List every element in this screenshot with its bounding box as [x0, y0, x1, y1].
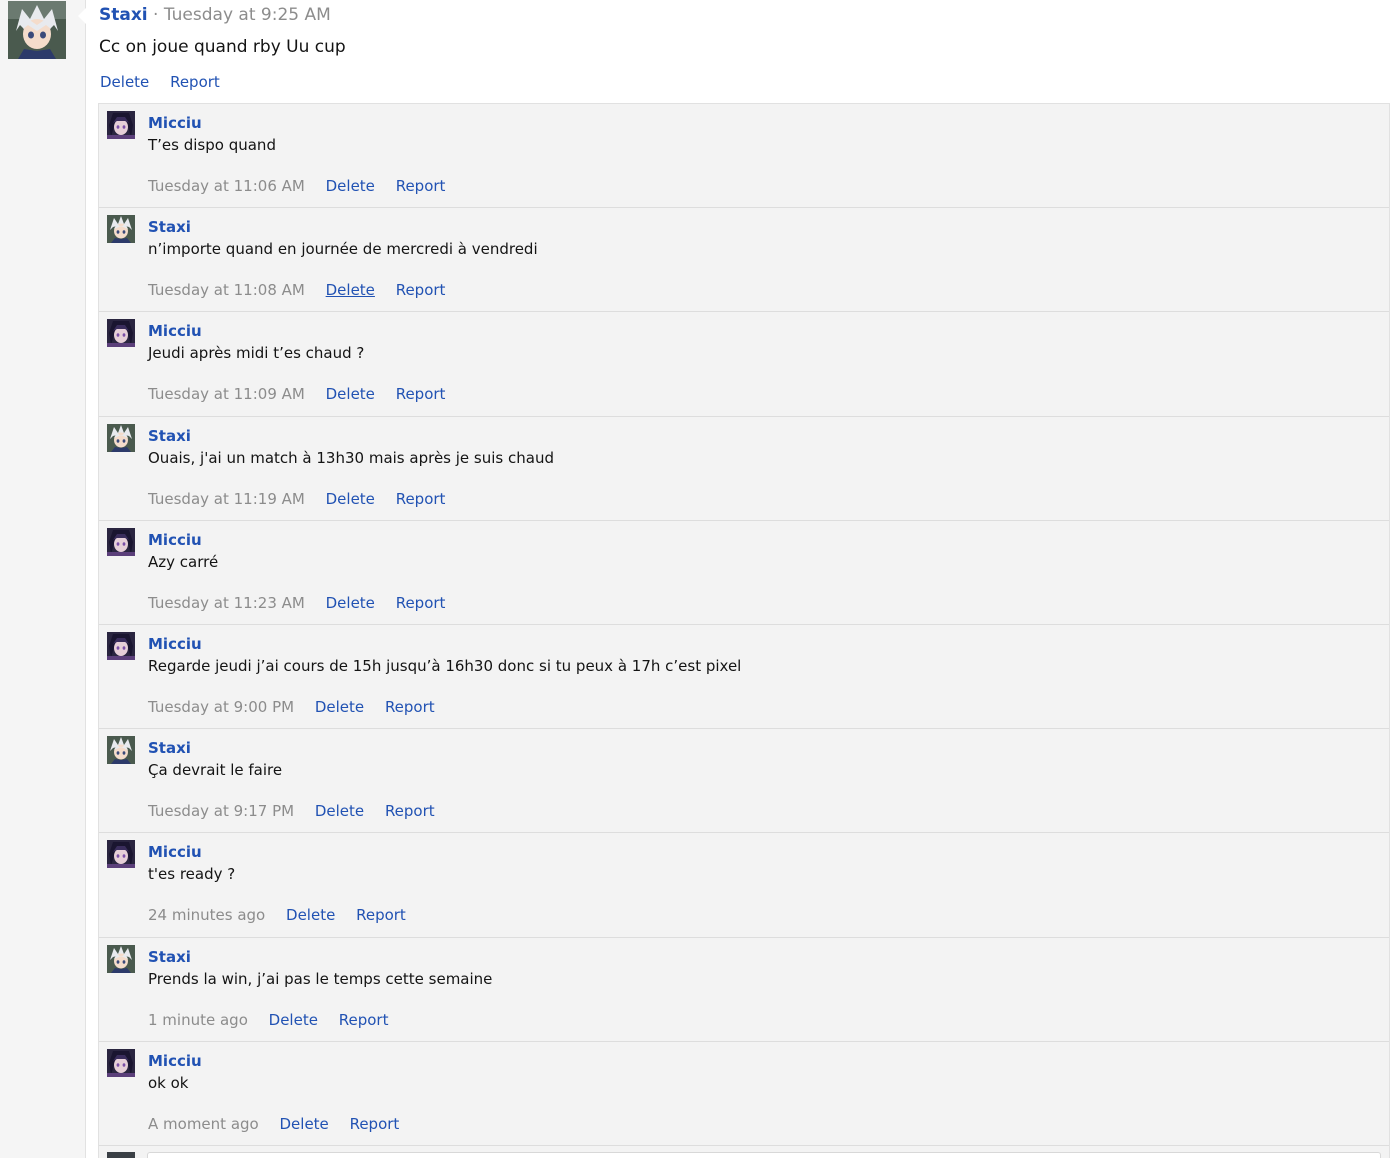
comment-time[interactable]: 1 minute ago	[148, 1011, 248, 1029]
comment-text: Regarde jeudi j’ai cours de 15h jusqu’à …	[148, 656, 742, 675]
comment: Staxi Ça devrait le faire Tuesday at 9:1…	[99, 729, 1389, 834]
separator: ·	[153, 5, 159, 25]
comment-time[interactable]: 24 minutes ago	[148, 906, 265, 924]
comment-text: Azy carré	[148, 552, 219, 571]
comment-author-link[interactable]: Micciu	[148, 634, 202, 654]
micciu-avatar[interactable]	[107, 631, 135, 660]
staxi-avatar[interactable]	[107, 944, 135, 973]
comment-delete-link[interactable]: Delete	[286, 906, 335, 924]
comment-meta: Tuesday at 11:06 AM Delete Report	[148, 176, 461, 196]
comment-meta: Tuesday at 11:08 AM Delete Report	[148, 280, 461, 300]
comment-report-link[interactable]: Report	[339, 1011, 389, 1029]
reply-input[interactable]	[147, 1151, 1381, 1158]
comment-report-link[interactable]: Report	[396, 490, 446, 508]
micciu-avatar[interactable]	[107, 527, 135, 556]
status-delete-link[interactable]: Delete	[100, 73, 149, 91]
comment: Staxi Ouais, j'ai un match à 13h30 mais …	[99, 417, 1389, 521]
status-time[interactable]: Tuesday at 9:25 AM	[164, 5, 331, 25]
comment-delete-link[interactable]: Delete	[326, 490, 375, 508]
comment-report-link[interactable]: Report	[396, 281, 446, 299]
comment-text: T’es dispo quand	[148, 136, 276, 154]
comment-delete-link[interactable]: Delete	[326, 594, 375, 612]
speech-arrow	[78, 8, 86, 24]
status-message: Cc on joue quand rby Uu cup	[99, 37, 346, 57]
left-gutter	[0, 0, 86, 1158]
comment-meta: Tuesday at 11:23 AM Delete Report	[148, 593, 461, 613]
comment-author-link[interactable]: Staxi	[148, 426, 191, 446]
poster-name-link[interactable]: Staxi	[99, 5, 148, 25]
comment: Micciu Regarde jeudi j’ai cours de 15h j…	[99, 625, 1389, 730]
comment: Staxi n’importe quand en journée de merc…	[99, 208, 1389, 313]
comment-report-link[interactable]: Report	[396, 594, 446, 612]
comment-delete-link[interactable]: Delete	[326, 177, 375, 195]
comment-time[interactable]: Tuesday at 11:23 AM	[148, 594, 305, 612]
staxi-avatar[interactable]	[107, 215, 135, 244]
comment-meta: 24 minutes ago Delete Report	[148, 905, 422, 925]
staxi-avatar[interactable]	[107, 736, 135, 765]
staxi-avatar[interactable]	[8, 1, 66, 59]
micciu-avatar[interactable]	[107, 111, 135, 139]
staxi-avatar[interactable]	[107, 423, 135, 452]
status-header: Staxi · Tuesday at 9:25 AM	[99, 4, 331, 26]
micciu-avatar[interactable]	[107, 1048, 135, 1077]
comment-text: Ça devrait le faire	[148, 761, 283, 780]
comment-time[interactable]: Tuesday at 11:19 AM	[148, 490, 305, 508]
comment-meta: 1 minute ago Delete Report	[148, 1010, 404, 1030]
comment-time[interactable]: Tuesday at 11:06 AM	[148, 177, 305, 195]
comment: Micciu Azy carré Tuesday at 11:23 AM Del…	[99, 521, 1389, 625]
comment-author-link[interactable]: Micciu	[148, 113, 202, 133]
comment-delete-link[interactable]: Delete	[315, 802, 364, 820]
profile-post-page: Staxi · Tuesday at 9:25 AM Cc on joue qu…	[0, 0, 1392, 1158]
comment-text: Jeudi après midi t’es chaud ?	[148, 344, 365, 363]
comment-text: n’importe quand en journée de mercredi à…	[148, 240, 538, 259]
comment-meta: Tuesday at 11:19 AM Delete Report	[148, 489, 461, 509]
comment-author-link[interactable]: Staxi	[148, 738, 191, 758]
status-report-link[interactable]: Report	[170, 73, 220, 91]
micciu-avatar[interactable]	[107, 319, 135, 348]
comment-delete-link[interactable]: Delete	[280, 1115, 329, 1133]
comment-time[interactable]: A moment ago	[148, 1115, 259, 1133]
reply-row	[99, 1146, 1389, 1158]
status-actions: Delete Report	[100, 72, 236, 92]
comment-text: t'es ready ?	[148, 865, 236, 884]
comment-time[interactable]: Tuesday at 9:00 PM	[148, 698, 294, 716]
comment-meta: Tuesday at 11:09 AM Delete Report	[148, 384, 461, 404]
comment-author-link[interactable]: Micciu	[148, 321, 202, 341]
reply-avatar	[107, 1151, 135, 1158]
comment-author-link[interactable]: Micciu	[148, 1051, 202, 1071]
comment-text: Ouais, j'ai un match à 13h30 mais après …	[148, 448, 554, 467]
comment: Micciu Jeudi après midi t’es chaud ? Tue…	[99, 312, 1389, 417]
comment-report-link[interactable]: Report	[356, 906, 406, 924]
comment-author-link[interactable]: Staxi	[148, 217, 191, 237]
comment: Micciu ok ok A moment ago Delete Report	[99, 1042, 1389, 1146]
comment-author-link[interactable]: Micciu	[148, 842, 202, 862]
comment-meta: Tuesday at 9:17 PM Delete Report	[148, 801, 451, 821]
comments-list: Micciu T’es dispo quand Tuesday at 11:06…	[98, 103, 1390, 1158]
comment-report-link[interactable]: Report	[385, 698, 435, 716]
comment-delete-link[interactable]: Delete	[269, 1011, 318, 1029]
comment: Micciu t'es ready ? 24 minutes ago Delet…	[99, 833, 1389, 938]
comment-report-link[interactable]: Report	[350, 1115, 400, 1133]
comment-author-link[interactable]: Micciu	[148, 530, 202, 550]
comment: Micciu T’es dispo quand Tuesday at 11:06…	[99, 104, 1389, 209]
comment: Staxi Prends la win, j’ai pas le temps c…	[99, 938, 1389, 1042]
comment-delete-link[interactable]: Delete	[326, 281, 375, 299]
comment-report-link[interactable]: Report	[396, 385, 446, 403]
comment-author-link[interactable]: Staxi	[148, 947, 191, 967]
comment-meta: Tuesday at 9:00 PM Delete Report	[148, 697, 451, 717]
micciu-avatar[interactable]	[107, 840, 135, 869]
comment-delete-link[interactable]: Delete	[326, 385, 375, 403]
comment-meta: A moment ago Delete Report	[148, 1114, 415, 1134]
comment-time[interactable]: Tuesday at 11:09 AM	[148, 385, 305, 403]
comment-delete-link[interactable]: Delete	[315, 698, 364, 716]
comment-time[interactable]: Tuesday at 9:17 PM	[148, 802, 294, 820]
comment-time[interactable]: Tuesday at 11:08 AM	[148, 281, 305, 299]
comment-report-link[interactable]: Report	[396, 177, 446, 195]
comment-text: ok ok	[148, 1073, 189, 1092]
comment-report-link[interactable]: Report	[385, 802, 435, 820]
comment-text: Prends la win, j’ai pas le temps cette s…	[148, 969, 493, 988]
